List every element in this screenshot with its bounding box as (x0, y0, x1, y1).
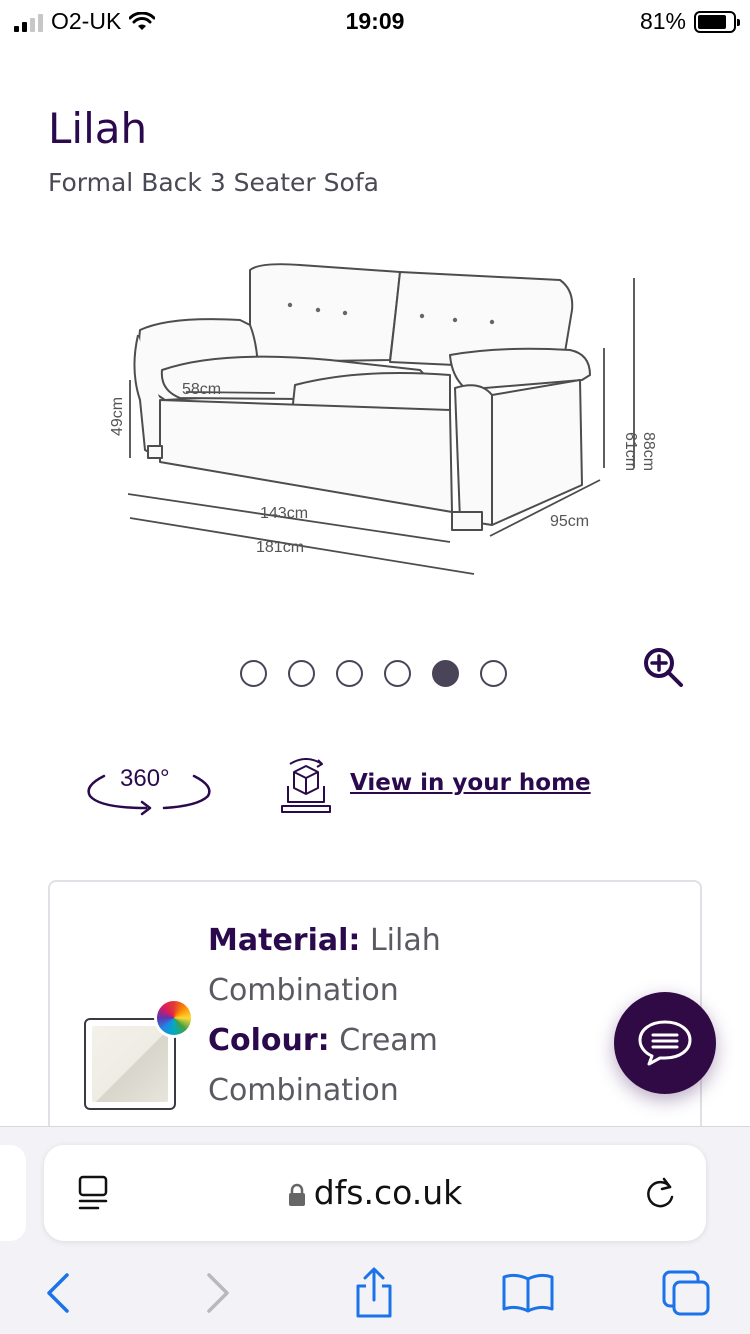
address-bar[interactable]: dfs.co.uk (44, 1145, 706, 1241)
lock-icon (288, 1183, 305, 1206)
bookmarks-button[interactable] (500, 1265, 556, 1321)
view-360-label: 360° (120, 765, 170, 792)
view-in-room-icon[interactable] (278, 758, 334, 816)
carousel-dot[interactable] (336, 660, 363, 687)
product-title: Lilah (48, 104, 148, 153)
dim-seat-width: 143cm (260, 505, 308, 522)
colour-line-1: Colour: Cream (208, 1016, 438, 1066)
status-time: 19:09 (345, 8, 405, 34)
tabs-icon (662, 1270, 710, 1316)
status-right: 81% (639, 8, 740, 35)
browser-toolbar (0, 1257, 750, 1327)
carousel-dot[interactable] (432, 660, 459, 687)
share-button[interactable] (346, 1265, 402, 1321)
carousel-dot[interactable] (480, 660, 507, 687)
image-carousel-pagination (240, 660, 507, 687)
dim-seat-height: 49cm (109, 397, 126, 436)
dim-total-height: 88cm (640, 432, 657, 471)
material-line-2: Combination (208, 973, 399, 1008)
browser-bottom-bar: dfs.co.uk (0, 1126, 750, 1334)
colour-wheel-icon (154, 998, 194, 1038)
zoom-in-icon[interactable] (640, 644, 686, 690)
colour-line-2: Combination (208, 1073, 399, 1108)
dim-depth: 95cm (550, 513, 589, 530)
carousel-dot[interactable] (288, 660, 315, 687)
previous-tab-preview[interactable] (0, 1145, 26, 1241)
material-label: Material: (208, 923, 361, 958)
chevron-right-icon (207, 1273, 229, 1313)
chat-button[interactable] (614, 992, 716, 1094)
carousel-dot[interactable] (384, 660, 411, 687)
battery-icon (694, 10, 740, 33)
reload-icon[interactable] (640, 1173, 680, 1215)
sofa-dimension-image: 58cm 49cm 61cm 88cm 143cm 181cm 95cm (109, 263, 657, 575)
chat-bubble-icon (638, 1020, 692, 1066)
share-icon (356, 1267, 392, 1318)
material-line-1: Material: Lilah (208, 916, 441, 966)
battery-percent: 81% (639, 8, 686, 34)
back-button[interactable] (30, 1265, 86, 1321)
colour-value-1: Cream (339, 1023, 438, 1058)
colour-label: Colour: (208, 1023, 330, 1058)
book-icon (502, 1273, 554, 1313)
material-value-1: Lilah (369, 923, 441, 958)
view-in-your-home-link[interactable]: View in your home (350, 770, 591, 796)
dim-seat-depth: 58cm (182, 381, 221, 398)
dim-total-width: 181cm (256, 539, 304, 556)
product-subtitle: Formal Back 3 Seater Sofa (48, 168, 379, 197)
url-display[interactable]: dfs.co.uk (44, 1173, 706, 1212)
forward-button[interactable] (190, 1265, 246, 1321)
status-bar: O2-UK 19:09 81% (0, 0, 750, 42)
chevron-left-icon (47, 1273, 69, 1313)
url-text: dfs.co.uk (313, 1173, 463, 1212)
dim-arm-height: 61cm (622, 432, 639, 471)
view-360-button[interactable]: 360° (84, 760, 214, 822)
carousel-dot[interactable] (240, 660, 267, 687)
tabs-button[interactable] (658, 1265, 714, 1321)
